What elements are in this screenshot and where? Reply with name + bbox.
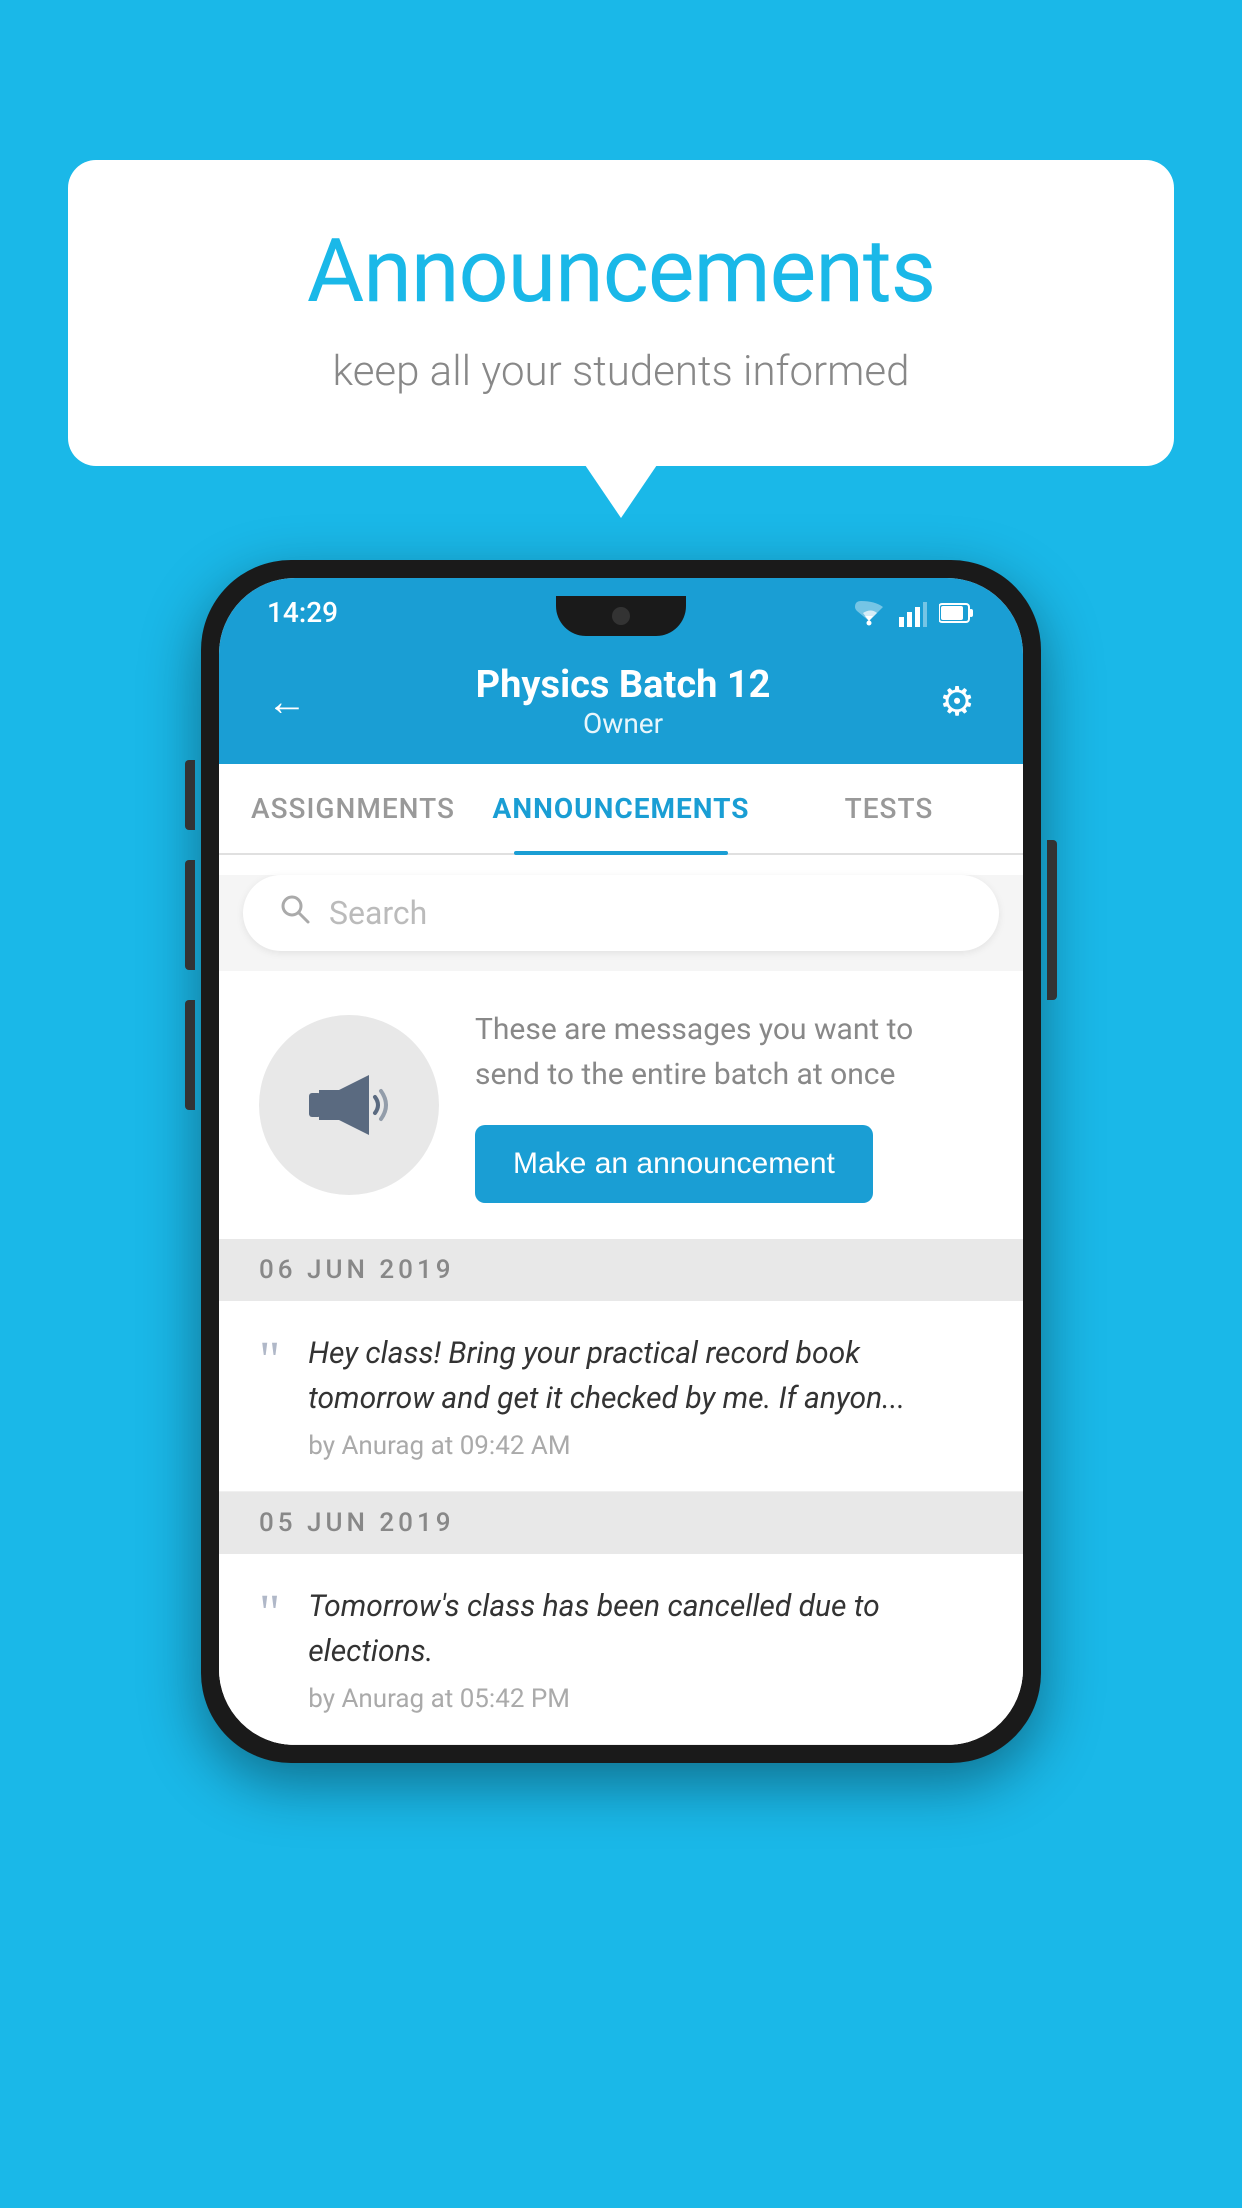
megaphone-icon (299, 1055, 399, 1155)
battery-icon (939, 602, 975, 624)
quote-icon-1: " (259, 1335, 280, 1387)
phone-screen: 14:29 (219, 578, 1023, 1745)
back-button[interactable]: ← (267, 678, 307, 725)
phone-mockup: 14:29 (201, 560, 1041, 1763)
announcement-meta-2: by Anurag at 05:42 PM (308, 1684, 983, 1714)
search-icon (279, 893, 311, 933)
speech-bubble-section: Announcements keep all your students inf… (68, 160, 1174, 466)
tab-assignments[interactable]: ASSIGNMENTS (219, 764, 487, 853)
content-area: Search (219, 875, 1023, 1745)
app-header: ← Physics Batch 12 Owner ⚙ (219, 643, 1023, 764)
announcement-text-2: Tomorrow's class has been cancelled due … (308, 1584, 983, 1674)
tab-announcements[interactable]: ANNOUNCEMENTS (487, 764, 755, 853)
volume-down-button (185, 860, 195, 970)
tabs-container: ASSIGNMENTS ANNOUNCEMENTS TESTS (219, 764, 1023, 855)
date-separator-2: 05 JUN 2019 (219, 1492, 1023, 1554)
status-icons (851, 599, 975, 627)
search-placeholder: Search (329, 894, 427, 932)
tab-tests[interactable]: TESTS (755, 764, 1023, 853)
camera-button (185, 1000, 195, 1110)
header-center: Physics Batch 12 Owner (476, 663, 771, 740)
announcement-meta-1: by Anurag at 09:42 AM (308, 1431, 983, 1461)
signal-icon (899, 599, 927, 627)
announcement-prompt: These are messages you want to send to t… (219, 971, 1023, 1239)
speech-bubble: Announcements keep all your students inf… (68, 160, 1174, 466)
bubble-subtitle: keep all your students informed (148, 347, 1094, 396)
bubble-title: Announcements (148, 220, 1094, 323)
make-announcement-button[interactable]: Make an announcement (475, 1125, 873, 1203)
megaphone-icon-circle (259, 1015, 439, 1195)
front-camera (612, 607, 630, 625)
date-separator-1: 06 JUN 2019 (219, 1239, 1023, 1301)
announcement-text-1: Hey class! Bring your practical record b… (308, 1331, 983, 1421)
quote-icon-2: " (259, 1588, 280, 1640)
status-time: 14:29 (267, 596, 338, 629)
announcement-item-1[interactable]: " Hey class! Bring your practical record… (219, 1301, 1023, 1492)
volume-up-button (185, 760, 195, 830)
search-bar[interactable]: Search (243, 875, 999, 951)
phone-outer: 14:29 (201, 560, 1041, 1763)
announcement-item-2[interactable]: " Tomorrow's class has been cancelled du… (219, 1554, 1023, 1745)
batch-role: Owner (476, 707, 771, 740)
settings-icon[interactable]: ⚙ (939, 678, 975, 725)
announcement-content-1: Hey class! Bring your practical record b… (308, 1331, 983, 1461)
announcement-content-2: Tomorrow's class has been cancelled due … (308, 1584, 983, 1714)
prompt-content: These are messages you want to send to t… (475, 1007, 983, 1203)
prompt-text: These are messages you want to send to t… (475, 1007, 983, 1097)
phone-notch (556, 596, 686, 636)
power-button (1047, 840, 1057, 1000)
batch-title: Physics Batch 12 (476, 663, 771, 707)
wifi-icon (851, 599, 887, 627)
